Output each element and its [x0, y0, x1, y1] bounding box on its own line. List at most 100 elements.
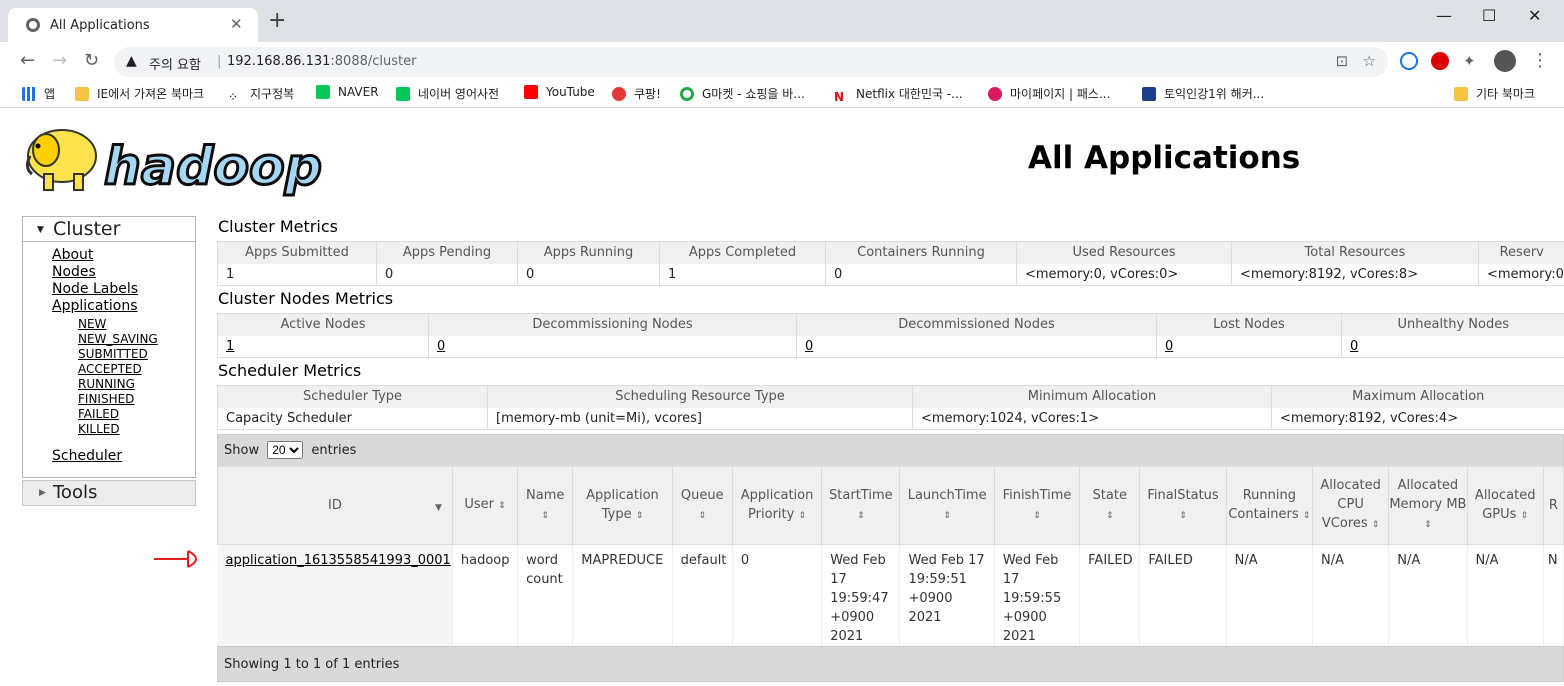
- bookmark-gmarket[interactable]: G마켓 - 쇼핑을 바...: [680, 85, 805, 102]
- bookmark-dict[interactable]: 네이버 영어사전: [396, 85, 499, 102]
- avatar[interactable]: [1494, 50, 1516, 72]
- bookmark-netflix[interactable]: N Netflix 대한민국 -...: [834, 85, 963, 104]
- col-priority[interactable]: Application Priority ⇕: [731, 466, 823, 545]
- scheduler-header: Maximum Allocation: [1271, 385, 1564, 408]
- extension-icon[interactable]: [1400, 52, 1418, 70]
- warning-icon[interactable]: ▲: [126, 53, 137, 69]
- metrics-value: 1: [217, 263, 377, 286]
- browser-tab[interactable]: All Applications ✕: [8, 8, 258, 42]
- metrics-header: Used Resources: [1016, 241, 1232, 264]
- metrics-header: Apps Completed: [659, 241, 826, 264]
- bookmark-coupang[interactable]: 쿠팡!: [612, 85, 661, 102]
- decommissioned-nodes-link[interactable]: 0: [805, 339, 813, 354]
- bookmark-label: IE에서 가져온 북마크: [97, 87, 205, 101]
- bookmark-youtube[interactable]: YouTube: [524, 85, 595, 99]
- security-warning[interactable]: 주의 요함: [149, 54, 201, 73]
- adblock-icon[interactable]: [1431, 52, 1449, 70]
- divider: |: [217, 54, 222, 69]
- state-new-link[interactable]: NEW: [78, 317, 195, 332]
- show-label: Show: [224, 443, 260, 458]
- close-tab-icon[interactable]: ✕: [230, 15, 243, 33]
- cell-id: application_1613558541993_0001: [217, 544, 453, 646]
- tools-header[interactable]: ▶ Tools: [22, 480, 196, 506]
- reload-icon[interactable]: ↻: [84, 50, 99, 71]
- nav-node-labels-link[interactable]: Node Labels: [52, 281, 195, 298]
- star-icon[interactable]: ☆: [1363, 52, 1376, 70]
- bookmark-earth[interactable]: ⁘ 지구정복: [228, 85, 294, 104]
- col-app-type[interactable]: Application Type ⇕: [572, 466, 673, 545]
- new-tab-button[interactable]: +: [268, 10, 286, 32]
- nav-nodes-link[interactable]: Nodes: [52, 264, 195, 281]
- col-label: R: [1548, 498, 1558, 513]
- col-finish-time[interactable]: FinishTime ⇕: [993, 466, 1081, 545]
- application-link[interactable]: application_1613558541993_0001: [226, 553, 451, 568]
- bookmark-mypage[interactable]: 마이페이지 | 패스...: [988, 85, 1110, 102]
- state-killed-link[interactable]: KILLED: [78, 422, 195, 437]
- nodes-value: 0: [796, 335, 1157, 358]
- active-nodes-link[interactable]: 1: [226, 339, 234, 354]
- bookmark-label: 마이페이지 | 패스...: [1010, 87, 1111, 101]
- url-text[interactable]: 192.168.86.131:8088/cluster: [227, 54, 416, 69]
- minimize-button[interactable]: —: [1436, 6, 1452, 25]
- metrics-value: <memory:0, vCores:0>: [1016, 263, 1232, 286]
- nodes-header: Active Nodes: [217, 313, 429, 336]
- cell-allocated-memory: N/A: [1388, 544, 1468, 646]
- nav-scheduler-link[interactable]: Scheduler: [52, 448, 195, 465]
- close-window-button[interactable]: ✕: [1528, 6, 1541, 25]
- nodes-value: 0: [1341, 335, 1564, 358]
- col-user[interactable]: User ⇕: [451, 466, 519, 545]
- col-final-status[interactable]: FinalStatus ⇕: [1139, 466, 1227, 545]
- sort-icon: ⇕: [498, 501, 506, 511]
- col-start-time[interactable]: StartTime ⇕: [821, 466, 901, 545]
- col-label: StartTime: [829, 487, 893, 503]
- bookmark-ie[interactable]: IE에서 가져온 북마크: [75, 85, 204, 102]
- nodes-metrics-table: Active Nodes Decommissioning Nodes Decom…: [217, 313, 1564, 358]
- menu-icon[interactable]: ⋮: [1531, 50, 1549, 71]
- entries-select[interactable]: 20: [267, 441, 304, 459]
- bookmark-other[interactable]: 기타 북마크: [1446, 85, 1535, 102]
- puzzle-icon[interactable]: ✦: [1463, 52, 1476, 70]
- sort-icon: ⇕: [1424, 520, 1432, 530]
- back-arrow-icon[interactable]: ←: [20, 50, 35, 71]
- col-state[interactable]: State ⇕: [1079, 466, 1141, 545]
- col-allocated-gpus[interactable]: Allocated GPUs ⇕: [1466, 466, 1544, 545]
- cell-finish-time: Wed Feb 17 19:59:55 +0900 2021: [994, 544, 1081, 646]
- col-label: Allocated Memory MB: [1389, 478, 1467, 512]
- cell-name: word count: [517, 544, 574, 646]
- lost-nodes-link[interactable]: 0: [1165, 339, 1173, 354]
- col-id[interactable]: ID ▼: [217, 466, 453, 545]
- col-r[interactable]: R: [1542, 466, 1564, 545]
- metrics-value: 0: [376, 263, 518, 286]
- maximize-button[interactable]: ☐: [1482, 6, 1496, 25]
- cluster-header[interactable]: ▼ Cluster: [23, 217, 195, 242]
- state-finished-link[interactable]: FINISHED: [78, 392, 195, 407]
- forward-arrow-icon[interactable]: →: [52, 50, 67, 71]
- bookmark-toeic[interactable]: 토익인강1위 해커...: [1142, 85, 1264, 102]
- nodes-header: Unhealthy Nodes: [1341, 313, 1564, 336]
- state-submitted-link[interactable]: SUBMITTED: [78, 347, 195, 362]
- unhealthy-nodes-link[interactable]: 0: [1350, 339, 1358, 354]
- state-failed-link[interactable]: FAILED: [78, 407, 195, 422]
- bookmark-naver[interactable]: NAVER: [316, 85, 379, 99]
- col-allocated-vcores[interactable]: Allocated CPU VCores ⇕: [1311, 466, 1390, 545]
- state-accepted-link[interactable]: ACCEPTED: [78, 362, 195, 377]
- address-bar[interactable]: ▲ 주의 요함 | 192.168.86.131:8088/cluster ⊡ …: [114, 47, 1388, 77]
- scheduler-header: Scheduling Resource Type: [487, 385, 913, 408]
- state-running-link[interactable]: RUNNING: [78, 377, 195, 392]
- col-launch-time[interactable]: LaunchTime ⇕: [899, 466, 995, 545]
- entries-label: entries: [311, 443, 357, 458]
- cell-launch-time: Wed Feb 17 19:59:51 +0900 2021: [899, 544, 995, 646]
- tools-label: Tools: [53, 482, 98, 503]
- nav-applications-link[interactable]: Applications: [52, 298, 195, 315]
- col-running-containers[interactable]: Running Containers ⇕: [1225, 466, 1313, 545]
- col-allocated-memory[interactable]: Allocated Memory MB ⇕: [1388, 466, 1468, 545]
- translate-icon[interactable]: ⊡: [1336, 52, 1349, 70]
- bookmark-apps[interactable]: 앱: [22, 85, 55, 102]
- metrics-header: Containers Running: [825, 241, 1017, 264]
- decommissioning-nodes-link[interactable]: 0: [437, 339, 445, 354]
- col-label: State: [1092, 487, 1127, 503]
- col-name[interactable]: Name ⇕: [517, 466, 574, 545]
- nav-about-link[interactable]: About: [52, 247, 195, 264]
- col-queue[interactable]: Queue ⇕: [671, 466, 733, 545]
- state-new-saving-link[interactable]: NEW_SAVING: [78, 332, 195, 347]
